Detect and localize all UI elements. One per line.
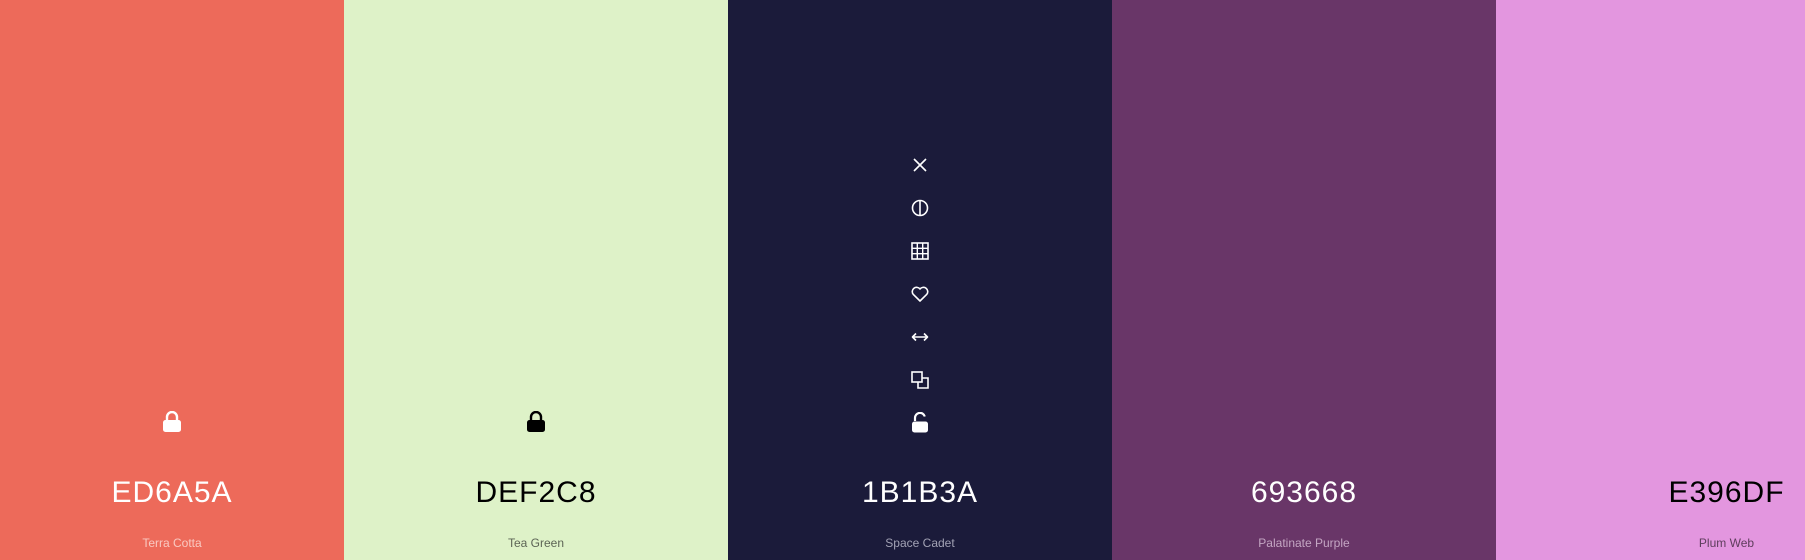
color-name[interactable]: Terra Cotta xyxy=(0,537,344,549)
color-name[interactable]: Space Cadet xyxy=(728,537,1112,549)
color-palette: ED6A5A Terra Cotta DEF2C8 Tea Green 1B1B… xyxy=(0,0,1805,560)
swatch-terra-cotta[interactable]: ED6A5A Terra Cotta xyxy=(0,0,344,560)
swatch-space-cadet[interactable]: 1B1B3A Space Cadet xyxy=(728,0,1112,560)
contrast-icon[interactable] xyxy=(906,194,934,222)
hex-code[interactable]: ED6A5A xyxy=(0,478,344,508)
hex-code[interactable]: 1B1B3A xyxy=(728,478,1112,508)
lock-icon[interactable] xyxy=(162,411,182,433)
hex-code[interactable]: DEF2C8 xyxy=(344,478,728,508)
hex-code[interactable]: 693668 xyxy=(1112,478,1496,508)
heart-icon[interactable] xyxy=(906,280,934,308)
swatch-palatinate-purple[interactable]: 693668 Palatinate Purple xyxy=(1112,0,1496,560)
copy-icon[interactable] xyxy=(906,366,934,394)
unlock-icon[interactable] xyxy=(906,409,934,437)
hex-code[interactable]: E396DF xyxy=(1572,478,1805,508)
arrows-horizontal-icon[interactable] xyxy=(906,323,934,351)
close-icon[interactable] xyxy=(906,151,934,179)
swatch-toolbar xyxy=(728,151,1112,452)
color-name[interactable]: Palatinate Purple xyxy=(1112,537,1496,549)
swatch-tea-green[interactable]: DEF2C8 Tea Green xyxy=(344,0,728,560)
color-name[interactable]: Tea Green xyxy=(344,537,728,549)
swatch-plum-web[interactable]: E396DF Plum Web xyxy=(1496,0,1805,560)
lock-icon[interactable] xyxy=(526,411,546,433)
grid-icon[interactable] xyxy=(906,237,934,265)
color-name[interactable]: Plum Web xyxy=(1572,537,1805,549)
